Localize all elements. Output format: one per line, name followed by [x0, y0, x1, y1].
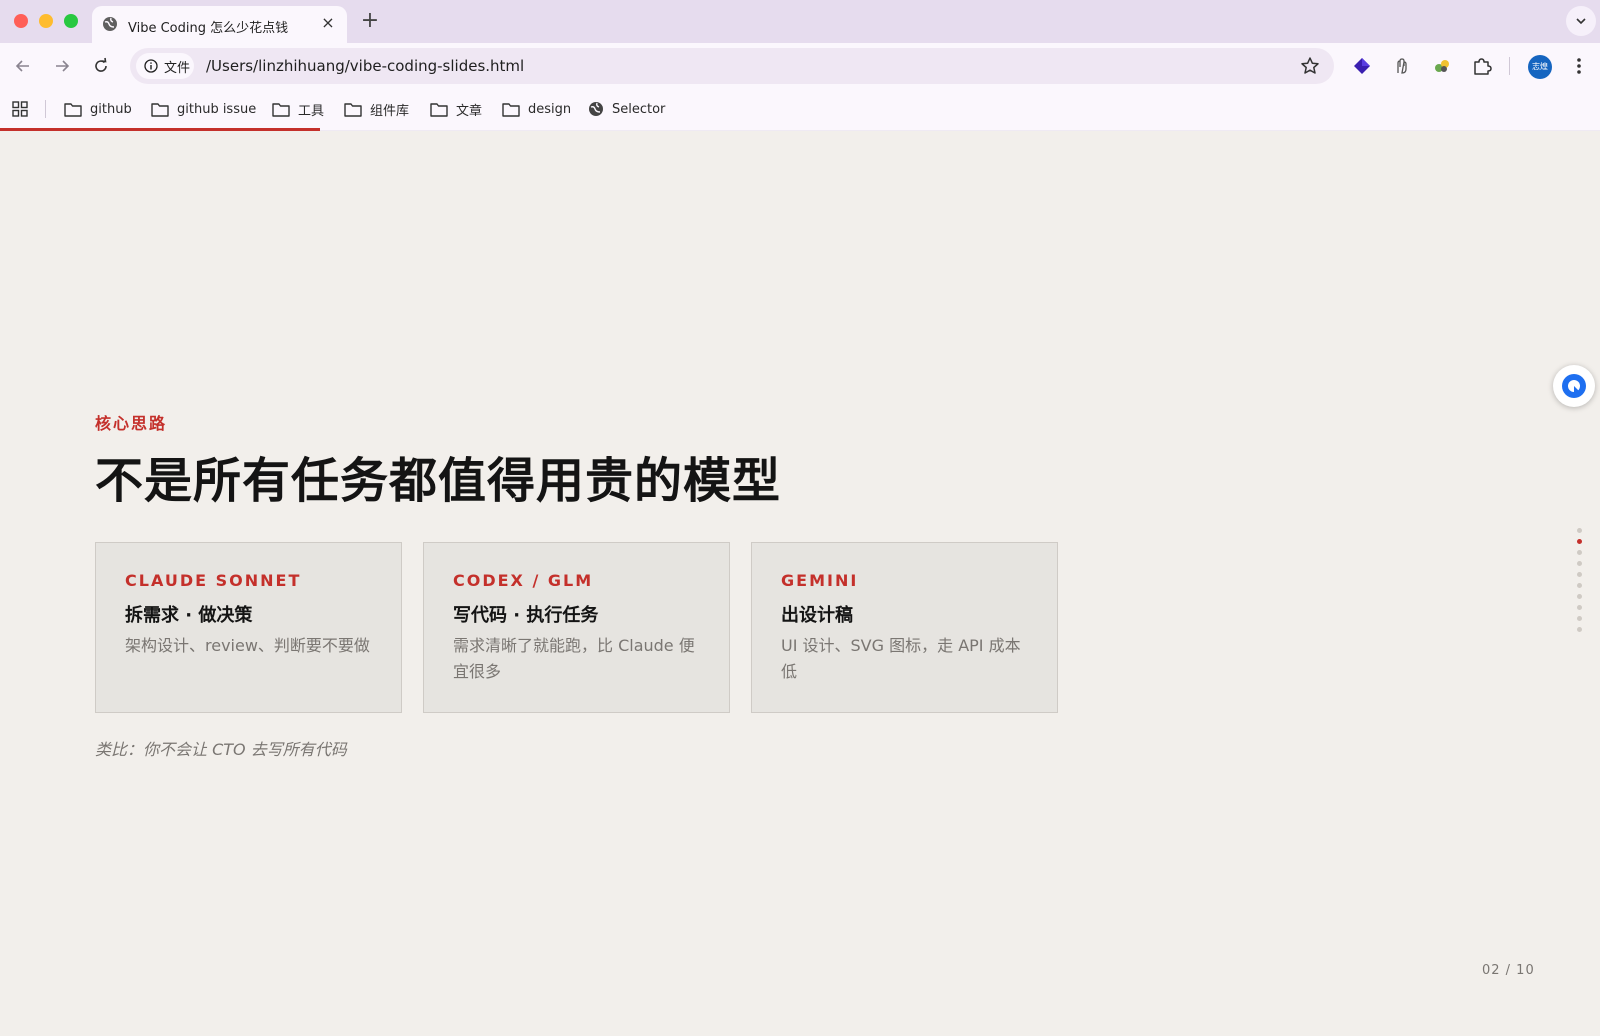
card-role: 出设计稿: [781, 605, 853, 626]
browser-menu-button[interactable]: [1568, 55, 1590, 77]
chevron-down-icon: [1576, 18, 1586, 25]
slide-dot-5[interactable]: [1577, 572, 1582, 577]
site-chip-label: 文件: [164, 60, 191, 76]
folder-icon: [430, 102, 448, 117]
slide-eyebrow: 核心思路: [95, 414, 168, 433]
extension-puzzle-color-icon[interactable]: [1431, 55, 1453, 77]
tab-close-icon[interactable]: ×: [319, 14, 337, 32]
slide-headline: 不是所有任务都值得用贵的模型: [95, 453, 782, 509]
slide-dot-1[interactable]: [1577, 528, 1582, 533]
bookmark-github[interactable]: github: [64, 98, 132, 120]
tab-title: Vibe Coding 怎么少花点钱: [128, 21, 289, 36]
bookmark-label: github: [90, 101, 132, 117]
toolbar-divider: [1509, 57, 1510, 75]
folder-icon: [64, 102, 82, 117]
site-info-chip[interactable]: 文件: [136, 53, 194, 79]
back-button[interactable]: [8, 51, 38, 81]
address-bar[interactable]: 文件 /Users/linzhihuang/vibe-coding-slides…: [130, 48, 1334, 84]
page-indicator: 02 / 10: [1482, 963, 1535, 978]
reload-icon: [95, 57, 107, 72]
slide-dot-7[interactable]: [1577, 594, 1582, 599]
slide-dot-10[interactable]: [1577, 627, 1582, 632]
extension-cube-icon[interactable]: [1351, 55, 1373, 77]
model-card-codex: CODEX / GLM 写代码 · 执行任务 需求清晰了就能跑，比 Claude…: [423, 542, 730, 713]
arrow-left-icon: [15, 60, 29, 72]
extension-hand-icon[interactable]: [1391, 55, 1413, 77]
bookmark-articles[interactable]: 文章: [430, 98, 482, 120]
profile-avatar[interactable]: 志煌: [1528, 55, 1552, 79]
bookmark-label: Selector: [612, 101, 666, 117]
folder-icon: [344, 102, 362, 117]
card-role: 拆需求 · 做决策: [125, 605, 253, 626]
slide-dot-9[interactable]: [1577, 616, 1582, 621]
slide-dot-8[interactable]: [1577, 605, 1582, 610]
close-window-button[interactable]: [14, 14, 28, 28]
model-card-gemini: GEMINI 出设计稿 UI 设计、SVG 图标，走 API 成本低: [751, 542, 1058, 713]
bookmark-star-icon[interactable]: [1300, 56, 1320, 76]
tab-search-button[interactable]: [1566, 6, 1596, 36]
apps-button[interactable]: [12, 98, 28, 120]
reload-button[interactable]: [86, 51, 116, 81]
more-vertical-icon: [1577, 58, 1581, 74]
info-icon: [144, 59, 158, 73]
card-description: 架构设计、review、判断要不要做: [125, 636, 370, 655]
card-description: 需求清晰了就能跑，比 Claude 便宜很多: [453, 636, 695, 681]
url-text[interactable]: /Users/linzhihuang/vibe-coding-slides.ht…: [206, 57, 524, 75]
bookmark-label: 文章: [456, 103, 483, 119]
slide-dot-6[interactable]: [1577, 583, 1582, 588]
new-tab-button[interactable]: +: [358, 9, 382, 33]
bookmark-label: github issue: [177, 101, 257, 117]
bookmark-selector[interactable]: Selector: [588, 98, 665, 120]
card-description: UI 设计、SVG 图标，走 API 成本低: [781, 636, 1021, 681]
active-tab[interactable]: Vibe Coding 怎么少花点钱 ×: [92, 6, 347, 43]
bookmarks-bar: github github issue 工具 组件库 文章 design Sel…: [0, 88, 1600, 130]
card-model-name: CODEX / GLM: [453, 571, 594, 590]
bookmark-label: 组件库: [370, 103, 410, 119]
maximize-window-button[interactable]: [64, 14, 78, 28]
browser-toolbar: 文件 /Users/linzhihuang/vibe-coding-slides…: [0, 43, 1600, 88]
bookmark-design[interactable]: design: [502, 98, 571, 120]
floating-assistant-button[interactable]: [1553, 365, 1595, 407]
bookmark-github-issue[interactable]: github issue: [151, 98, 256, 120]
slide-dot-4[interactable]: [1577, 561, 1582, 566]
bookmark-label: design: [528, 101, 572, 117]
slide-dot-3[interactable]: [1577, 550, 1582, 555]
card-role: 写代码 · 执行任务: [453, 605, 599, 626]
minimize-window-button[interactable]: [39, 14, 53, 28]
folder-icon: [502, 102, 520, 117]
bookmark-tools[interactable]: 工具: [272, 98, 324, 120]
card-model-name: CLAUDE SONNET: [125, 571, 302, 590]
chat-bubble-icon: [1562, 374, 1586, 398]
extensions-menu-button[interactable]: [1471, 55, 1493, 77]
bookmark-label: 工具: [298, 103, 325, 119]
slide: 核心思路 不是所有任务都值得用贵的模型 CLAUDE SONNET 拆需求 · …: [0, 131, 1600, 1036]
apps-grid-icon: [12, 101, 28, 117]
puzzle-icon: [1474, 58, 1492, 75]
globe-icon: [589, 102, 603, 116]
card-model-name: GEMINI: [781, 571, 859, 590]
arrow-right-icon: [56, 60, 70, 72]
globe-icon: [103, 17, 117, 31]
slide-dot-2[interactable]: [1577, 539, 1582, 544]
folder-icon: [151, 102, 169, 117]
slide-analogy-note: 类比：你不会让 CTO 去写所有代码: [95, 740, 347, 759]
folder-icon: [272, 102, 290, 117]
bookmark-components[interactable]: 组件库: [344, 98, 409, 120]
forward-button[interactable]: [47, 51, 77, 81]
title-bar: Vibe Coding 怎么少花点钱 × +: [0, 0, 1600, 43]
bookmarks-divider: [45, 100, 46, 118]
model-card-claude: CLAUDE SONNET 拆需求 · 做决策 架构设计、review、判断要不…: [95, 542, 402, 713]
